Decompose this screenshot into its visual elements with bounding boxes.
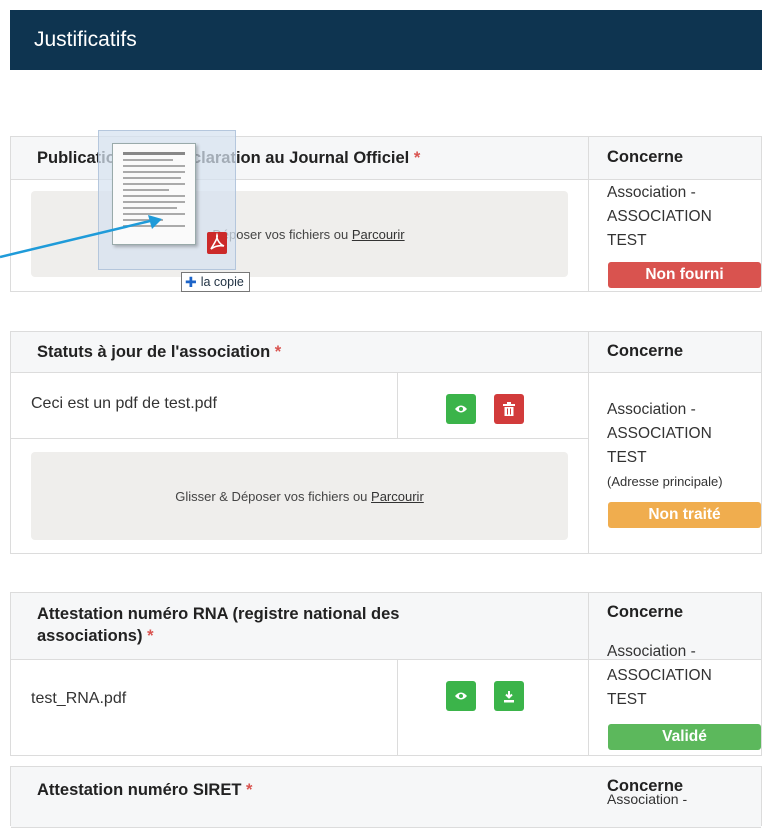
section-title: Statuts à jour de l'association * [37, 343, 282, 361]
concerne-heading: Concerne [607, 603, 684, 621]
arrow-annotation-icon [0, 215, 162, 259]
column-divider [588, 593, 589, 755]
browse-link[interactable]: Parcourir [352, 227, 405, 242]
trash-icon [503, 402, 515, 416]
section-title: Attestation numéro RNA (registre nationa… [37, 605, 400, 645]
column-divider [588, 137, 589, 291]
concerne-heading: Concerne [607, 148, 684, 166]
plus-icon: ✚ [185, 274, 197, 290]
eye-icon [455, 692, 467, 700]
file-name: Ceci est un pdf de test.pdf [31, 395, 217, 412]
column-divider [588, 332, 589, 553]
concerne-entity: Association - ASSOCIATION TEST (Adresse … [607, 398, 723, 494]
section-siret: Attestation numéro SIRET * Concerne Asso… [10, 766, 762, 828]
delete-button[interactable] [494, 394, 524, 424]
status-badge: Non traité [608, 502, 761, 528]
concerne-entity: Association - ASSOCIATION TEST [607, 184, 712, 249]
page-title: Justificatifs [34, 28, 137, 51]
concerne-heading: Concerne [607, 342, 684, 360]
view-button[interactable] [446, 681, 476, 711]
section-rna: Attestation numéro RNA (registre nationa… [10, 592, 762, 756]
file-name: test_RNA.pdf [31, 690, 127, 707]
page-header: Justificatifs [10, 10, 762, 70]
eye-icon [455, 405, 467, 413]
address-note: (Adresse principale) [607, 474, 723, 489]
column-divider [397, 659, 398, 755]
section-title: Attestation numéro SIRET * [37, 781, 253, 799]
section-statuts: Statuts à jour de l'association * Concer… [10, 331, 762, 554]
status-badge: Validé [608, 724, 761, 750]
browse-link[interactable]: Parcourir [371, 489, 424, 504]
concerne-entity: Association - [607, 791, 688, 807]
download-icon [504, 690, 514, 702]
file-dropzone[interactable]: Glisser & Déposer vos fichiers ou Parcou… [31, 452, 568, 540]
download-button[interactable] [494, 681, 524, 711]
concerne-entity: Association - ASSOCIATION TEST [607, 643, 712, 708]
row-divider [11, 438, 588, 439]
copy-tooltip: ✚ la copie [181, 272, 250, 292]
pdf-icon [207, 232, 227, 254]
status-badge: Non fourni [608, 262, 761, 288]
column-divider [397, 372, 398, 438]
view-button[interactable] [446, 394, 476, 424]
